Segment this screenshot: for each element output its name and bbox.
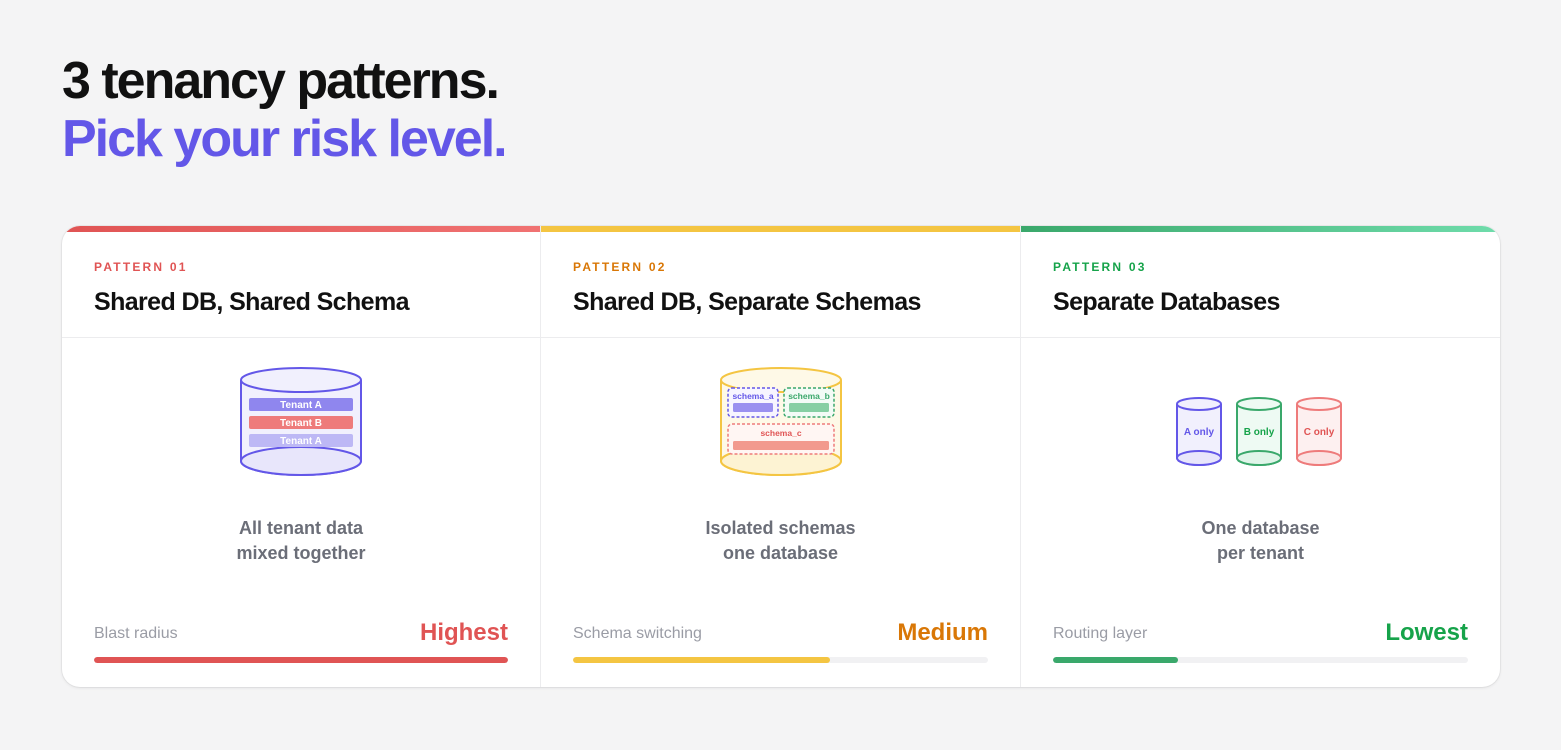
patterns-card: PATTERN 01 Shared DB, Shared Schema Tena… (62, 226, 1500, 687)
pattern-2-panel: PATTERN 02 Shared DB, Separate Schemas s… (541, 226, 1021, 687)
pattern-3-header: PATTERN 03 Separate Databases (1021, 232, 1500, 338)
pattern-2-caption-line-2: one database (722, 543, 839, 563)
pattern-1-metric-track (94, 657, 508, 663)
schema-database-icon: schema_a schema_b schema_c (719, 367, 842, 476)
pattern-3-caption: One database per tenant (1021, 516, 1500, 566)
pattern-3-metric-label: Routing layer (1053, 625, 1148, 642)
pattern-1-title: Shared DB, Shared Schema (94, 288, 409, 316)
schema-a-label: schema_a (732, 391, 773, 401)
database-c-label: C only (1303, 427, 1334, 438)
pattern-1-header: PATTERN 01 Shared DB, Shared Schema (62, 232, 540, 338)
pattern-3-title: Separate Databases (1053, 288, 1280, 316)
database-b-icon: B only (1235, 397, 1282, 466)
pattern-2-caption-line-1: Isolated schemas (705, 518, 856, 538)
pattern-3-illustration: A only B only C only (1021, 366, 1500, 496)
pattern-3-metric-track (1053, 657, 1468, 663)
pattern-1-illustration: Tenant A Tenant B Tenant A (62, 366, 540, 496)
pattern-2-illustration: schema_a schema_b schema_c (541, 366, 1020, 496)
pattern-1-caption-line-1: All tenant data (238, 518, 363, 538)
pattern-2-title: Shared DB, Separate Schemas (573, 288, 921, 316)
pattern-2-metric-label: Schema switching (573, 625, 702, 642)
headline: 3 tenancy patterns. Pick your risk level… (62, 52, 508, 168)
pattern-2-metric-track (573, 657, 988, 663)
pattern-3-panel: PATTERN 03 Separate Databases A only B o… (1021, 226, 1500, 687)
database-b-label: B only (1243, 427, 1274, 438)
pattern-1-metric-fill (94, 657, 508, 663)
separate-databases-icon: A only B only C only (1175, 397, 1342, 466)
database-c-icon: C only (1295, 397, 1342, 466)
pattern-1-metric-label: Blast radius (94, 625, 178, 642)
pattern-2-tag: PATTERN 02 (573, 260, 667, 274)
pattern-3-caption-line-1: One database (1201, 518, 1320, 538)
shared-database-icon: Tenant A Tenant B Tenant A (240, 367, 362, 476)
tenant-row-2-label: Tenant B (280, 418, 322, 429)
pattern-2-header: PATTERN 02 Shared DB, Separate Schemas (541, 232, 1020, 338)
headline-line-2: Pick your risk level. (62, 110, 508, 168)
pattern-3-caption-line-2: per tenant (1216, 543, 1304, 563)
pattern-3-metric-value: Lowest (1385, 619, 1468, 646)
pattern-2-caption: Isolated schemas one database (541, 516, 1020, 566)
pattern-1-tag: PATTERN 01 (94, 260, 188, 274)
schema-c-label: schema_c (760, 428, 801, 438)
pattern-1-caption: All tenant data mixed together (62, 516, 540, 566)
pattern-1-caption-line-2: mixed together (236, 543, 366, 563)
pattern-1-panel: PATTERN 01 Shared DB, Shared Schema Tena… (62, 226, 541, 687)
pattern-1-metric-value: Highest (419, 619, 508, 646)
pattern-3-tag: PATTERN 03 (1053, 260, 1147, 274)
headline-line-1: 3 tenancy patterns. (62, 52, 500, 110)
pattern-3-metric-fill (1053, 657, 1178, 663)
pattern-2-metric-value: Medium (897, 619, 988, 646)
schema-b-label: schema_b (788, 391, 830, 401)
pattern-2-metric-fill (573, 657, 831, 663)
database-a-icon: A only (1175, 397, 1222, 466)
tenant-row-3-label: Tenant A (280, 436, 322, 447)
database-a-label: A only (1183, 427, 1214, 438)
tenant-row-1-label: Tenant A (280, 400, 322, 411)
